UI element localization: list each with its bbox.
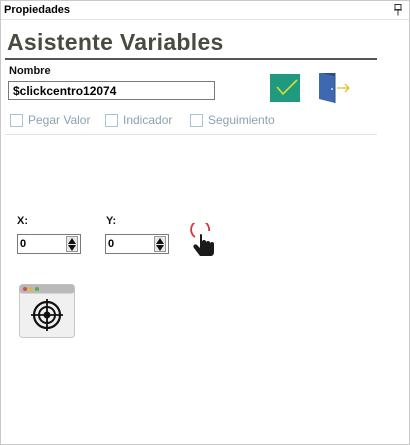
y-stepper[interactable]	[105, 234, 169, 254]
x-input[interactable]	[20, 236, 62, 252]
y-label: Y:	[106, 215, 117, 227]
heading-divider	[5, 58, 377, 60]
arrow-up-icon[interactable]	[68, 238, 76, 244]
target-window-icon[interactable]	[19, 284, 75, 338]
option-seguimiento[interactable]: Seguimiento	[190, 112, 275, 128]
y-stepper-arrows	[154, 236, 166, 252]
option-indicador[interactable]: Indicador	[105, 112, 172, 128]
options-divider	[5, 134, 377, 135]
x-stepper[interactable]	[17, 234, 81, 254]
indicador-checkbox[interactable]	[105, 113, 118, 127]
seguimiento-checkbox[interactable]	[190, 113, 203, 127]
panel-title: Propiedades	[4, 4, 71, 16]
exit-door-icon[interactable]	[316, 71, 352, 105]
pegar-valor-label: Pegar Valor	[28, 113, 91, 127]
arrow-down-icon[interactable]	[156, 245, 164, 251]
seguimiento-label: Seguimiento	[208, 113, 275, 127]
wizard-heading: Asistente Variables	[7, 29, 224, 55]
accept-button[interactable]	[270, 74, 300, 102]
x-label: X:	[17, 215, 28, 227]
arrow-up-icon[interactable]	[156, 238, 164, 244]
panel-titlebar: Propiedades	[1, 1, 409, 20]
x-stepper-arrows	[66, 236, 78, 252]
properties-panel: Propiedades Asistente Variables Nombre P…	[0, 0, 410, 445]
pin-icon[interactable]	[393, 4, 403, 16]
y-input[interactable]	[108, 236, 150, 252]
pegar-valor-checkbox[interactable]	[10, 113, 23, 127]
arrow-down-icon[interactable]	[68, 245, 76, 251]
checkmark-icon	[276, 79, 298, 96]
click-hand-icon[interactable]	[189, 223, 221, 259]
name-label: Nombre	[9, 65, 51, 77]
name-input[interactable]	[8, 81, 215, 100]
option-pegar-valor[interactable]: Pegar Valor	[10, 112, 90, 128]
indicador-label: Indicador	[123, 113, 173, 127]
